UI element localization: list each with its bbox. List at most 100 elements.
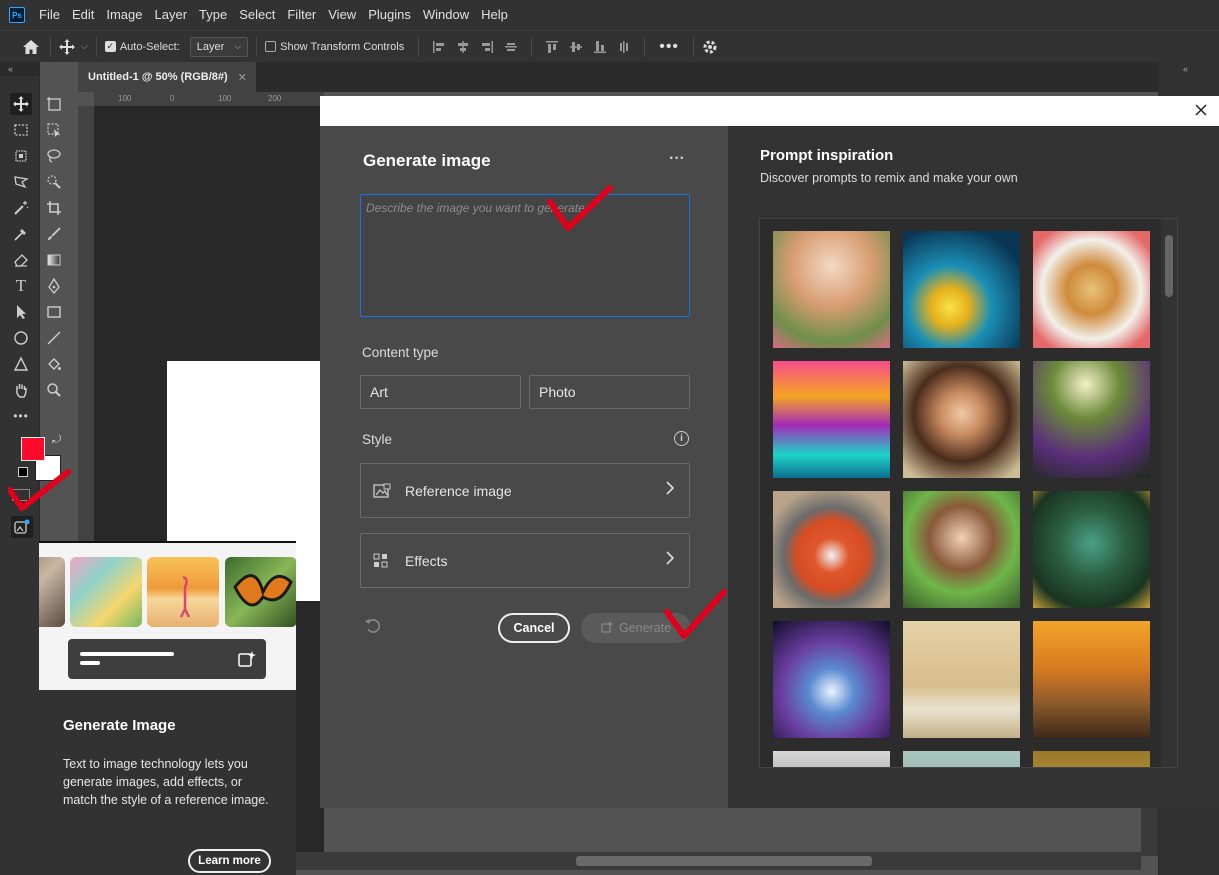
document-tab[interactable]: Untitled-1 @ 50% (RGB/8#) ✕ <box>78 62 256 92</box>
swap-colors-icon[interactable]: ⤾ <box>52 434 66 448</box>
divider <box>418 36 420 57</box>
gallery-image-partial[interactable] <box>1033 751 1150 767</box>
gallery-image-teapot-bottle[interactable] <box>903 621 1020 738</box>
reference-image-label: Reference image <box>405 482 512 499</box>
effects-row[interactable]: Effects <box>360 533 690 588</box>
gallery-image-tomato-soup[interactable] <box>773 491 890 608</box>
info-icon[interactable]: i <box>674 431 689 446</box>
menu-filter[interactable]: Filter <box>281 0 322 30</box>
reference-image-row[interactable]: Reference image <box>360 463 690 518</box>
edit-toolbar-icon[interactable]: ••• <box>10 405 32 427</box>
align-bottom-icon[interactable] <box>593 40 607 54</box>
align-center-icon[interactable] <box>456 40 470 54</box>
menu-window[interactable]: Window <box>417 0 475 30</box>
object-select-icon[interactable] <box>43 119 65 141</box>
content-type-photo-button[interactable]: Photo <box>529 375 690 409</box>
photoshop-logo[interactable]: Ps <box>9 7 25 23</box>
chevron-down-icon[interactable]: ⌵ <box>81 41 88 52</box>
align-right-icon[interactable] <box>480 40 494 54</box>
generate-image-tooltip: Generate Image Text to image technology … <box>39 541 296 875</box>
content-type-art-button[interactable]: Art <box>360 375 521 409</box>
marquee-tool-icon[interactable] <box>10 119 32 141</box>
menu-edit[interactable]: Edit <box>66 0 100 30</box>
menu-image[interactable]: Image <box>100 0 148 30</box>
horizontal-scrollbar[interactable] <box>296 852 1141 870</box>
pattern-tool-icon[interactable] <box>10 145 32 167</box>
generate-image-icon[interactable] <box>11 516 33 538</box>
close-icon[interactable]: ✕ <box>238 71 247 84</box>
align-middle-icon[interactable] <box>569 40 583 54</box>
artboard-tool-icon[interactable] <box>43 93 65 115</box>
options-bar: ⌵ ✓ Auto-Select: Layer ⌵ Show Transform … <box>0 30 1219 62</box>
polygon-lasso-icon[interactable] <box>10 171 32 193</box>
home-icon[interactable] <box>20 36 42 58</box>
menu-view[interactable]: View <box>322 0 362 30</box>
gallery-image-flower-crown-girl[interactable] <box>903 361 1020 478</box>
gallery-image-cartoon-girl-turtle[interactable] <box>903 491 1020 608</box>
distribute-icon[interactable] <box>504 40 518 54</box>
lasso-tool-icon[interactable] <box>43 145 65 167</box>
auto-select-dropdown[interactable]: Layer ⌵ <box>189 36 249 57</box>
hand-tool-icon[interactable] <box>10 379 32 401</box>
quick-mask-icon[interactable] <box>12 489 30 501</box>
gallery-scrollbar[interactable] <box>1161 219 1177 767</box>
cancel-button[interactable]: Cancel <box>498 613 570 643</box>
more-options-icon[interactable]: ••• <box>659 38 679 56</box>
close-icon[interactable] <box>1191 100 1211 120</box>
move-tool-icon[interactable] <box>59 38 75 55</box>
more-options-icon[interactable]: ··· <box>667 150 687 170</box>
reset-icon[interactable] <box>364 617 384 637</box>
line-tool-icon[interactable] <box>43 327 65 349</box>
gallery-image-forest-stream[interactable] <box>1033 361 1150 478</box>
content-type-art-label: Art <box>370 384 388 400</box>
align-left-icon[interactable] <box>432 40 446 54</box>
magic-wand-icon[interactable] <box>10 197 32 219</box>
type-tool-icon[interactable]: T <box>10 275 32 297</box>
scrollbar-thumb[interactable] <box>1165 235 1173 297</box>
align-top-icon[interactable] <box>545 40 559 54</box>
gear-icon[interactable] <box>702 39 718 55</box>
menu-select[interactable]: Select <box>233 0 281 30</box>
ellipse-tool-icon[interactable] <box>10 327 32 349</box>
menu-type[interactable]: Type <box>193 0 233 30</box>
menu-layer[interactable]: Layer <box>149 0 194 30</box>
gallery-image-neon-horses[interactable] <box>773 361 890 478</box>
paint-bucket-icon[interactable] <box>43 353 65 375</box>
crop-tool-icon[interactable] <box>43 197 65 219</box>
generate-button[interactable]: Generate <box>581 613 691 643</box>
menu-help[interactable]: Help <box>475 0 514 30</box>
move-tool-icon[interactable] <box>10 93 32 115</box>
distribute-vertical-icon[interactable] <box>617 40 631 54</box>
panel-collapse-icon[interactable]: « <box>1183 64 1188 74</box>
menu-file[interactable]: File <box>33 0 66 30</box>
triangle-tool-icon[interactable] <box>10 353 32 375</box>
gallery-image-cheetah-elephants[interactable] <box>1033 621 1150 738</box>
auto-select-checkbox[interactable]: ✓ <box>104 41 116 52</box>
gallery-image-partial[interactable] <box>773 751 890 767</box>
gallery-image-leopard-flowers[interactable] <box>1033 231 1150 348</box>
gallery-image-partial[interactable] <box>903 751 1020 767</box>
prompt-input[interactable] <box>361 195 689 316</box>
default-colors-icon[interactable] <box>18 467 28 477</box>
show-transform-checkbox[interactable] <box>265 41 277 52</box>
scrollbar-thumb[interactable] <box>576 856 872 866</box>
inspiration-subtitle: Discover prompts to remix and make your … <box>760 171 1018 185</box>
learn-more-button[interactable]: Learn more <box>188 849 271 873</box>
gallery-image-waterfall-dots[interactable] <box>773 621 890 738</box>
gradient-icon[interactable] <box>43 249 65 271</box>
photoshop-window: Ps File Edit Image Layer Type Select Fil… <box>0 0 1219 875</box>
gallery-image-lemon-splash[interactable] <box>903 231 1020 348</box>
toolbar-collapse[interactable]: « <box>0 62 40 76</box>
brush-tool-icon[interactable] <box>43 223 65 245</box>
rectangle-tool-icon[interactable] <box>43 301 65 323</box>
zoom-tool-icon[interactable] <box>43 379 65 401</box>
eraser-icon[interactable] <box>10 249 32 271</box>
path-select-icon[interactable] <box>10 301 32 323</box>
gallery-image-garden-arch[interactable] <box>773 231 890 348</box>
foreground-color-swatch[interactable] <box>21 437 45 461</box>
pen-tool-icon[interactable] <box>43 275 65 297</box>
gallery-image-jungle-statue[interactable] <box>1033 491 1150 608</box>
eyedropper-icon[interactable] <box>10 223 32 245</box>
menu-plugins[interactable]: Plugins <box>362 0 417 30</box>
quick-select-icon[interactable] <box>43 171 65 193</box>
